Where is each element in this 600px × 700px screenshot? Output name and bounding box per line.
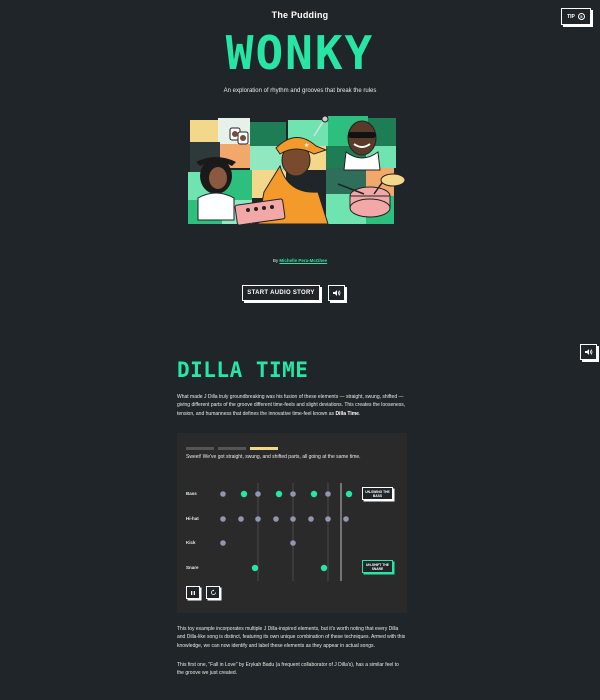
page-title: WONKY — [225, 26, 375, 80]
tile — [250, 122, 286, 146]
start-audio-story-button[interactable]: START AUDIO STORY — [242, 285, 320, 301]
tip-button[interactable]: TIP 5 — [561, 8, 591, 25]
cymbal — [380, 173, 406, 187]
pause-button[interactable] — [186, 586, 200, 599]
tip-label: TIP — [567, 13, 575, 20]
note — [290, 491, 296, 497]
byline: By Michelle Pera-McGhee — [0, 258, 600, 263]
note — [343, 516, 349, 522]
row-label-kick: Kick — [186, 540, 196, 545]
note — [238, 516, 244, 522]
intro-paragraph: What made J Dilla truly groundbreaking w… — [177, 394, 406, 417]
face — [232, 131, 238, 137]
note — [251, 564, 259, 572]
sound-toggle-button[interactable] — [328, 285, 345, 301]
section-title: DILLA TIME — [177, 358, 309, 382]
page-subtitle: An exploration of rhythm and grooves tha… — [223, 88, 377, 94]
note — [273, 516, 279, 522]
note — [310, 490, 318, 498]
note — [290, 540, 296, 546]
note — [325, 491, 331, 497]
note — [308, 516, 314, 522]
speaker-icon — [585, 349, 593, 355]
hero-illustration: ★ — [188, 115, 406, 226]
reset-button[interactable] — [206, 586, 220, 599]
note — [290, 516, 296, 522]
unshift-snare-button[interactable]: UN-SHIFT THE SNARE — [362, 560, 393, 573]
microphone — [321, 115, 329, 123]
groove-visualizer-panel: Sweet! We've got straight, swung, and sh… — [177, 433, 407, 613]
note — [345, 490, 353, 498]
note — [220, 516, 226, 522]
speaker-icon — [333, 290, 341, 296]
pause-icon — [191, 590, 195, 595]
row-label-bass: Bass — [186, 491, 197, 496]
singer-face — [209, 167, 227, 189]
dilla-time-term: Dilla Time — [335, 410, 359, 417]
note — [220, 540, 226, 546]
tip-count-badge: 5 — [577, 13, 585, 20]
sunglasses — [348, 132, 376, 138]
singer-body — [197, 192, 235, 221]
note — [320, 564, 328, 572]
note — [325, 516, 331, 522]
bass-notes — [220, 490, 353, 498]
note — [255, 516, 261, 522]
note — [220, 491, 226, 497]
svg-text:★: ★ — [304, 142, 309, 149]
hihat-notes — [220, 516, 349, 522]
snare-notes — [251, 564, 328, 572]
unswing-bass-button[interactable]: UN-SWING THE BASS — [362, 487, 393, 500]
intro-text: What made J Dilla truly groundbreaking w… — [177, 394, 406, 417]
face — [240, 135, 246, 141]
note — [255, 491, 261, 497]
body-paragraph: This first one, "Fall in Love" by Erykah… — [177, 662, 399, 677]
row-label-hihat: Hi-hat — [186, 516, 199, 521]
byline-prefix: By — [272, 258, 279, 263]
reset-icon — [210, 589, 216, 595]
note — [275, 490, 283, 498]
brand-logo[interactable]: The Pudding — [0, 10, 600, 20]
note — [240, 490, 248, 498]
author-link[interactable]: Michelle Pera-McGhee — [279, 258, 327, 263]
row-label-snare: Snare — [186, 565, 199, 570]
sticky-sound-toggle-button[interactable] — [580, 344, 597, 360]
tile — [190, 120, 220, 142]
body-paragraph: This toy example incorporates multiple J… — [177, 626, 406, 649]
